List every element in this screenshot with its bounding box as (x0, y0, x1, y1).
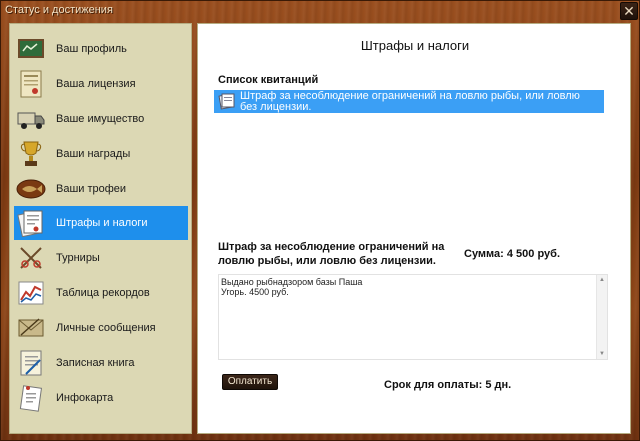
sidebar: Ваш профиль Ваша лицензия Ваше имущество… (9, 23, 192, 434)
pay-button[interactable]: Оплатить (222, 374, 278, 390)
scroll-down-icon[interactable]: ▼ (597, 349, 607, 359)
fine-description: Выдано рыбнадзором базы Паша Угорь. 4500… (221, 277, 362, 297)
sidebar-item-trophies[interactable]: Ваши трофеи (14, 172, 188, 206)
envelope-icon (16, 313, 46, 343)
receipt-text: Штраф за несоблюдение ограничений на лов… (240, 90, 580, 113)
sidebar-item-license[interactable]: Ваша лицензия (14, 67, 188, 101)
sidebar-item-label: Ваша лицензия (56, 78, 136, 90)
receipts-list-label: Список квитанций (218, 74, 319, 86)
certificate-icon (16, 69, 46, 99)
sidebar-item-infocard[interactable]: Инфокарта (14, 381, 188, 415)
description-line: Выдано рыбнадзором базы Паша (221, 277, 363, 287)
title-bar: Статус и достижения ✕ (1, 1, 640, 21)
scroll-up-icon[interactable]: ▲ (597, 275, 607, 285)
sidebar-item-awards[interactable]: Ваши награды (14, 137, 188, 171)
notebook-icon (16, 348, 46, 378)
fine-detail-title: Штраф за несоблюдение ограничений на лов… (218, 241, 445, 267)
sidebar-item-label: Личные сообщения (56, 322, 156, 334)
sidebar-item-label: Таблица рекордов (56, 287, 150, 299)
chart-icon (16, 278, 46, 308)
payment-deadline: Срок для оплаты: 5 дн. (384, 379, 512, 391)
sidebar-item-label: Ваши награды (56, 148, 131, 160)
sidebar-item-label: Ваши трофеи (56, 183, 127, 195)
sidebar-item-property[interactable]: Ваше имущество (14, 102, 188, 136)
sidebar-item-label: Ваш профиль (56, 43, 127, 55)
trophy-icon (16, 139, 46, 169)
sidebar-item-messages[interactable]: Личные сообщения (14, 311, 188, 345)
sidebar-item-label: Инфокарта (56, 392, 114, 404)
description-line: Угорь. 4500 руб. (221, 287, 289, 297)
main-panel: Штрафы и налоги Список квитанций Штраф з… (197, 23, 631, 434)
sidebar-item-label: Турниры (56, 252, 100, 264)
fine-sum: Сумма: 4 500 руб. (464, 248, 561, 260)
crossed-rods-icon (16, 243, 46, 273)
page-title: Штрафы и налоги (360, 38, 470, 53)
sidebar-item-fines[interactable]: Штрафы и налоги (14, 206, 188, 240)
receipt-icon (218, 92, 236, 110)
chalkboard-icon (16, 34, 46, 64)
sidebar-item-label: Записная книга (56, 357, 135, 369)
fine-document-icon (16, 208, 46, 238)
fish-plaque-icon (16, 174, 46, 204)
close-icon: ✕ (623, 3, 635, 19)
truck-icon (16, 104, 46, 134)
info-card-icon (16, 383, 46, 413)
fine-description-box[interactable]: Выдано рыбнадзором базы Паша Угорь. 4500… (218, 274, 608, 360)
sidebar-item-tournaments[interactable]: Турниры (14, 241, 188, 275)
sidebar-item-label: Штрафы и налоги (56, 217, 148, 229)
sidebar-item-label: Ваше имущество (56, 113, 145, 125)
sidebar-item-profile[interactable]: Ваш профиль (14, 32, 188, 66)
status-window: Статус и достижения ✕ Ваш профиль Ваша л… (0, 0, 640, 441)
receipt-list-item[interactable]: Штраф за несоблюдение ограничений на лов… (214, 90, 604, 113)
description-scrollbar[interactable]: ▲ ▼ (596, 275, 607, 359)
sidebar-item-notebook[interactable]: Записная книга (14, 346, 188, 380)
window-title: Статус и достижения (5, 4, 113, 16)
close-button[interactable]: ✕ (620, 2, 638, 20)
sidebar-item-records[interactable]: Таблица рекордов (14, 276, 188, 310)
